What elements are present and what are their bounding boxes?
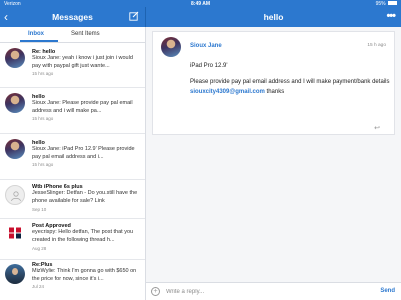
message-body: Please provide pay pal email address and… [190, 77, 390, 97]
conversation-snippet: Sioux Jane: yeah i know i just join i wo… [32, 55, 133, 69]
message-detail-pane: Sioux Jane 15 h ago iPad Pro 12.9' Pleas… [146, 27, 401, 282]
conversation-time: 15 hrs ago [32, 71, 54, 76]
message-body-text: Please provide pay pal email address and… [190, 79, 390, 85]
tab-inbox[interactable]: Inbox [28, 31, 44, 37]
avatar [5, 93, 25, 113]
message-line-1: iPad Pro 12.9' [190, 63, 228, 69]
sender-name[interactable]: Sioux Jane [190, 43, 222, 49]
reply-input[interactable] [166, 286, 356, 297]
conversation-item[interactable]: hello Sioux Jane: iPad Pro 12.9' Please … [0, 134, 145, 180]
conversation-snippet: JesseSlinger: Detfan - Do you.still have… [32, 190, 138, 204]
clock: 8:49 AM [191, 0, 210, 7]
conversation-item[interactable]: hello Sioux Jane: Please provide pay pal… [0, 88, 145, 134]
active-tab-indicator [20, 40, 58, 42]
conversation-item[interactable]: Re: hello Sioux Jane: yeah i know i just… [0, 43, 145, 88]
cardinals-logo-icon [9, 227, 21, 239]
user-placeholder-icon [11, 191, 21, 202]
conversation-title: hello [263, 12, 284, 22]
add-attachment-icon[interactable]: + [151, 287, 160, 296]
messages-nav-bar: ‹ Messages [0, 7, 146, 27]
conversation-list: Re: hello Sioux Jane: yeah i know i just… [0, 43, 146, 300]
avatar [5, 139, 25, 159]
mailbox-tabs: Inbox Sent Items [0, 27, 146, 43]
conversation-time: Sep 10 [32, 207, 47, 212]
conversation-snippet: Sioux Jane: Please provide pay pal email… [32, 100, 133, 114]
reply-bar: + Send [146, 282, 401, 300]
message-body-closing: thanks [264, 89, 285, 95]
conversation-time: 15 hrs ago [32, 116, 54, 121]
messages-title: Messages [52, 12, 93, 22]
avatar [5, 223, 25, 243]
status-bar: Verizon 8:49 AM 95% [0, 0, 401, 7]
sender-avatar[interactable] [161, 37, 181, 57]
conversation-time: 15 hrs ago [32, 162, 54, 167]
tab-sent-items[interactable]: Sent Items [71, 31, 100, 37]
message-card: Sioux Jane 15 h ago iPad Pro 12.9' Pleas… [152, 31, 395, 135]
conversation-item[interactable]: Post Approved eyecrispy: Hello detfan, T… [0, 219, 145, 260]
battery-status: 95% [376, 1, 397, 7]
compose-icon[interactable] [129, 11, 139, 21]
conversation-nav-bar: hello ••• [146, 7, 401, 27]
conversation-snippet: MizWylie: Think I'm gonna go with $650 o… [32, 268, 137, 282]
avatar [5, 185, 25, 205]
message-time: 15 h ago [367, 43, 386, 48]
battery-icon [388, 1, 397, 5]
email-link[interactable]: siouxcity4309@gmail.com [190, 89, 265, 95]
conversation-time: Jul 24 [32, 284, 45, 289]
battery-percent: 95% [375, 0, 386, 7]
reply-icon[interactable]: ↩ [374, 124, 380, 132]
send-button[interactable]: Send [380, 288, 395, 294]
conversation-snippet: eyecrispy: Hello detfan, The post that y… [32, 229, 134, 243]
conversation-item[interactable]: Wtb iPhone 6s plus JesseSlinger: Detfan … [0, 180, 145, 219]
avatar [5, 48, 25, 68]
avatar [5, 264, 25, 284]
conversation-snippet: Sioux Jane: iPad Pro 12.9' Please provid… [32, 146, 135, 160]
conversation-time: Aug 28 [32, 246, 47, 251]
more-options-icon[interactable]: ••• [386, 10, 396, 22]
conversation-item[interactable]: Re:Plus MizWylie: Think I'm gonna go wit… [0, 260, 145, 300]
